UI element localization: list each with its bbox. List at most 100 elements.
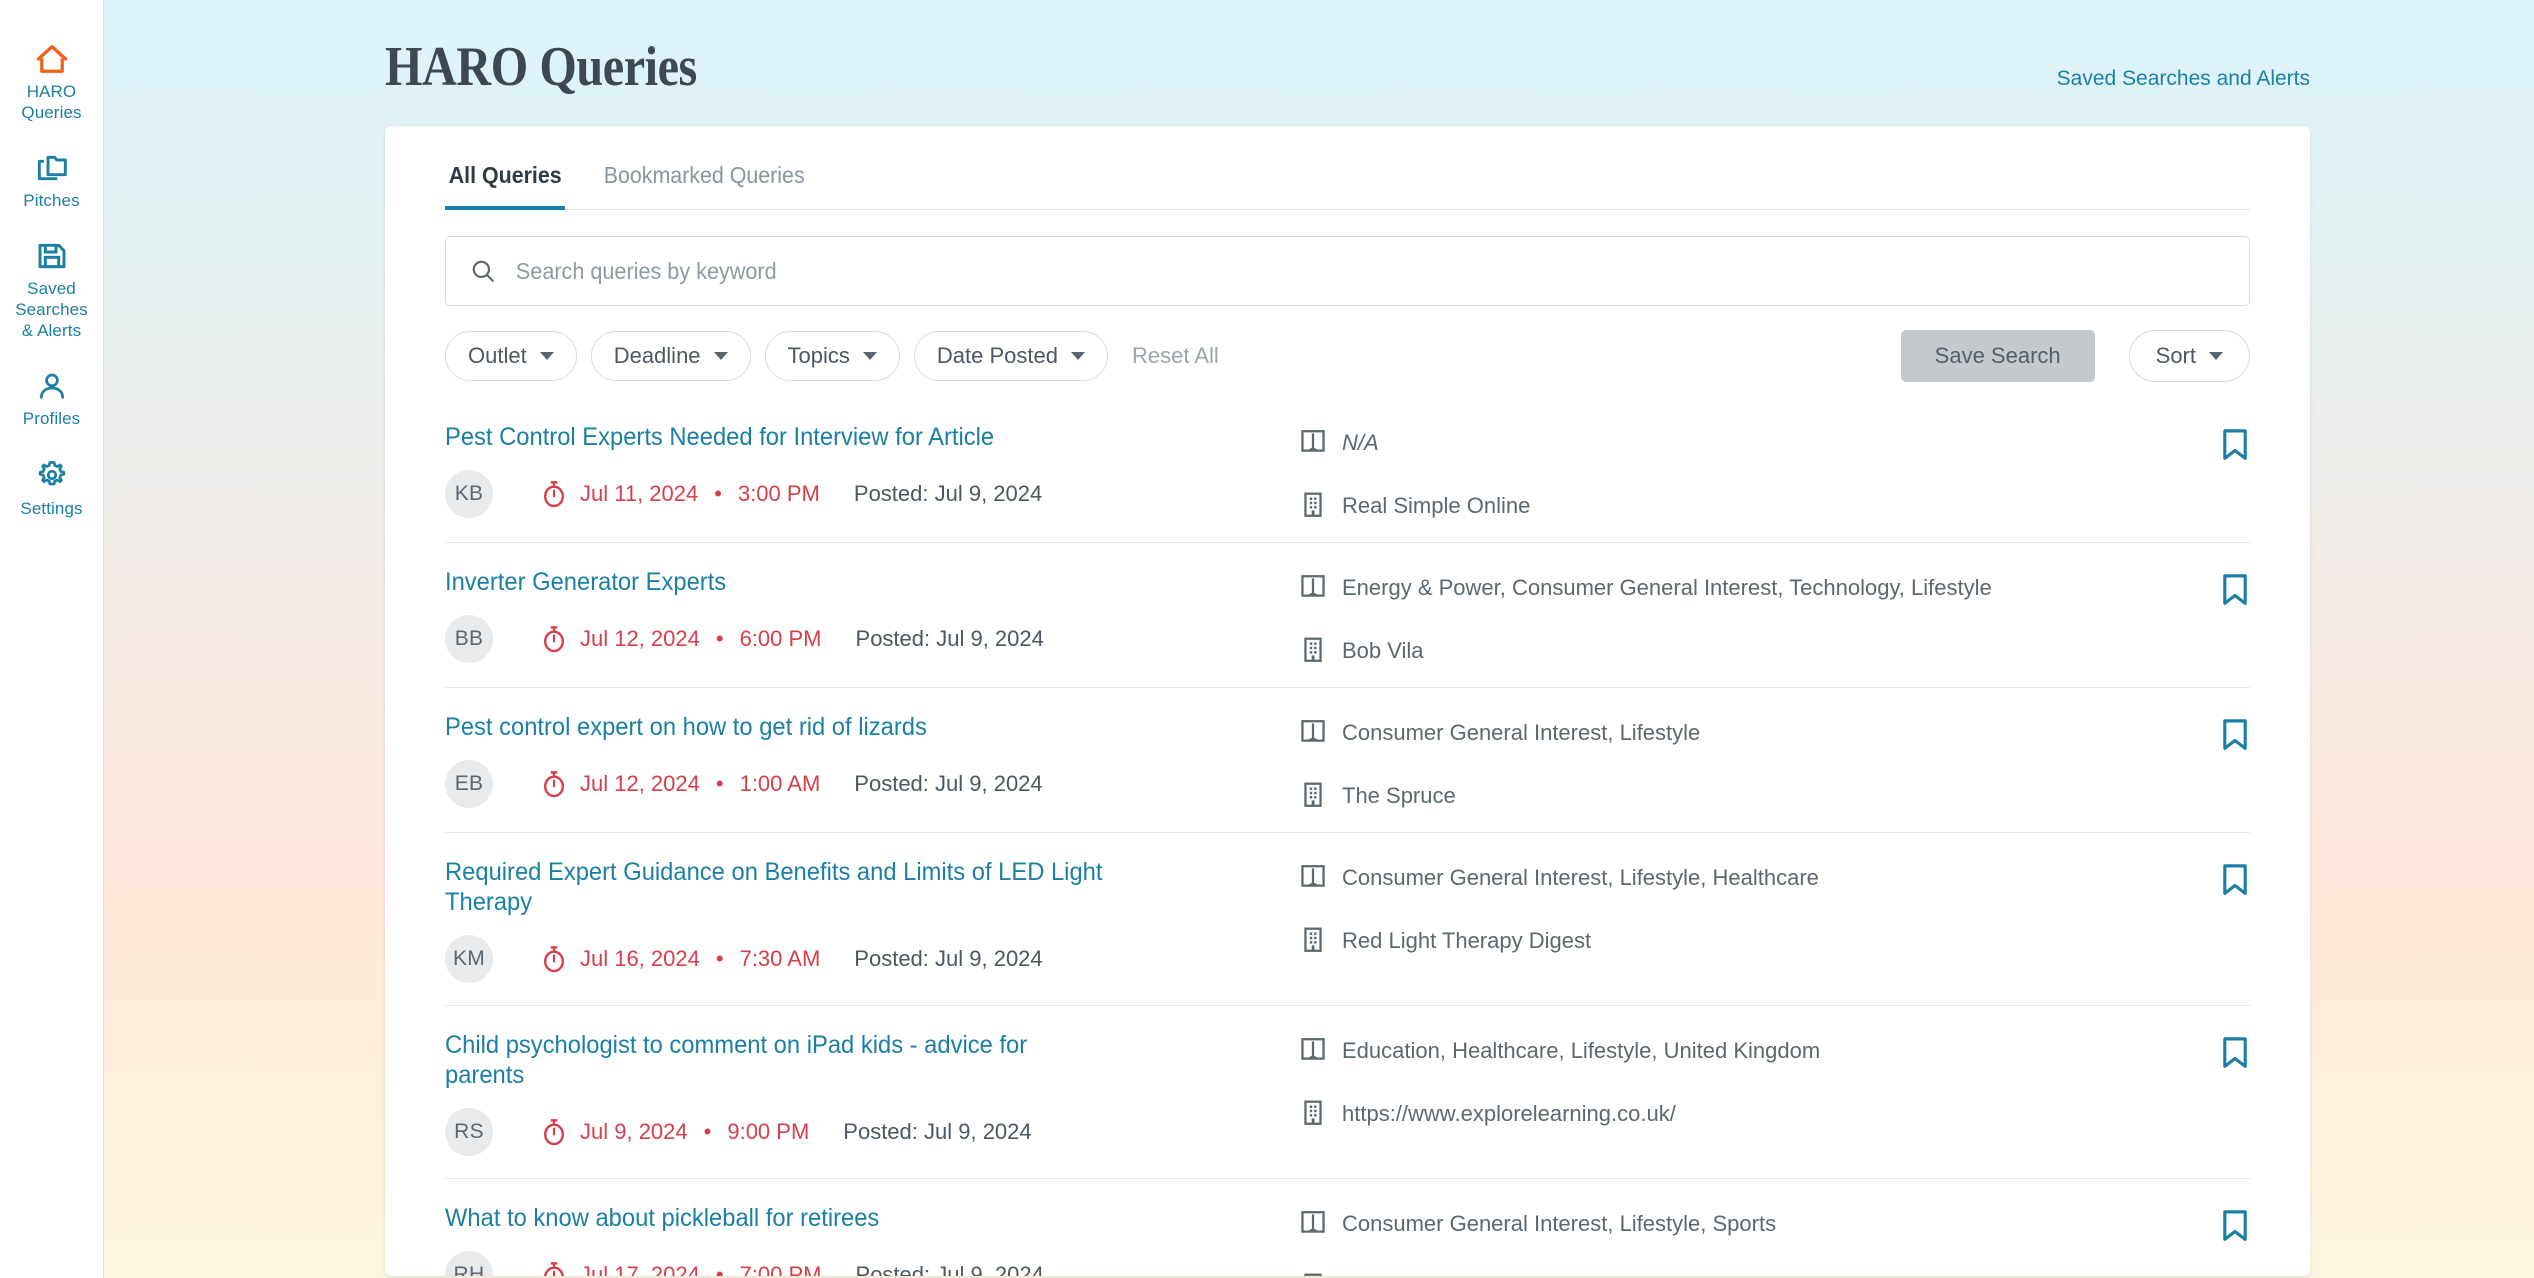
table-row[interactable]: Inverter Generator Experts BB Jul 12, 20… bbox=[445, 542, 2250, 687]
book-icon bbox=[1300, 428, 1326, 456]
bookmark-icon[interactable] bbox=[2220, 863, 2250, 897]
sort-label: Sort bbox=[2155, 343, 2196, 368]
home-icon bbox=[35, 44, 69, 74]
building-icon bbox=[1300, 491, 1326, 519]
filter-topics[interactable]: Topics bbox=[764, 331, 900, 381]
query-main: Pest Control Experts Needed for Intervie… bbox=[445, 422, 1300, 518]
sidebar-item-profiles[interactable]: Profiles bbox=[0, 371, 104, 429]
deadline-time: 7:00 PM bbox=[739, 1262, 822, 1276]
bookmark-icon[interactable] bbox=[2220, 1036, 2250, 1070]
tab-bookmarked-queries[interactable]: Bookmarked Queries bbox=[600, 154, 808, 210]
deadline-date: Jul 12, 2024 bbox=[580, 626, 700, 651]
query-outlet-line: Bob Vila bbox=[1300, 636, 2160, 665]
gear-icon bbox=[36, 459, 68, 491]
table-row[interactable]: Child psychologist to comment on iPad ki… bbox=[445, 1005, 2250, 1178]
query-posted-date: Posted: Jul 9, 2024 bbox=[855, 1262, 1044, 1276]
query-outlet-line: https://www.explorelearning.co.uk/ bbox=[1300, 1099, 2160, 1128]
page-header: HARO Queries Saved Searches and Alerts bbox=[385, 0, 2310, 126]
query-deadline: Jul 16, 2024 • 7:30 AM bbox=[541, 945, 820, 973]
building-icon bbox=[1300, 1272, 1326, 1276]
query-actions bbox=[2160, 1203, 2250, 1243]
query-topics-text: Consumer General Interest, Lifestyle bbox=[1342, 720, 1701, 745]
query-deadline: Jul 12, 2024 • 1:00 AM bbox=[541, 770, 820, 798]
table-row[interactable]: Pest control expert on how to get rid of… bbox=[445, 687, 2250, 832]
main-content: HARO Queries Saved Searches and Alerts A… bbox=[104, 0, 2534, 1278]
deadline-time: 9:00 PM bbox=[727, 1119, 810, 1144]
query-posted-date: Posted: Jul 9, 2024 bbox=[854, 946, 1043, 971]
table-row[interactable]: Required Expert Guidance on Benefits and… bbox=[445, 832, 2250, 1005]
queries-card: All Queries Bookmarked Queries Search qu… bbox=[385, 126, 2310, 1276]
query-outlet-text: Red Light Therapy Digest bbox=[1342, 928, 1592, 953]
query-main: Pest control expert on how to get rid of… bbox=[445, 712, 1300, 808]
query-title-link[interactable]: Inverter Generator Experts bbox=[445, 567, 1110, 597]
query-posted-date: Posted: Jul 9, 2024 bbox=[843, 1119, 1032, 1144]
search-section bbox=[445, 210, 2250, 306]
query-tags: N/A Real Simple Online bbox=[1300, 422, 2160, 520]
deadline-separator: • bbox=[714, 481, 722, 506]
bookmark-icon[interactable] bbox=[2220, 1209, 2250, 1243]
query-title-link[interactable]: Pest Control Experts Needed for Intervie… bbox=[445, 422, 1110, 452]
avatar: BB bbox=[445, 615, 493, 663]
avatar: RH bbox=[445, 1251, 493, 1276]
avatar: KB bbox=[445, 470, 493, 518]
query-title-link[interactable]: Child psychologist to comment on iPad ki… bbox=[445, 1030, 1110, 1090]
query-meta: EB Jul 12, 2024 • 1:00 AM Posted: Jul 9,… bbox=[445, 760, 1274, 808]
query-outlet-text: U.S. News & World Report bbox=[1342, 1272, 1602, 1276]
filter-date-posted-label: Date Posted bbox=[936, 343, 1058, 368]
bookmark-icon[interactable] bbox=[2220, 573, 2250, 607]
query-topics-line: Consumer General Interest, Lifestyle bbox=[1300, 718, 2160, 747]
query-actions bbox=[2160, 857, 2250, 897]
deadline-separator: • bbox=[715, 946, 724, 971]
chevron-down-icon bbox=[862, 352, 877, 360]
query-meta: BB Jul 12, 2024 • 6:00 PM Posted: Jul 9,… bbox=[445, 615, 1274, 663]
filter-deadline[interactable]: Deadline bbox=[590, 331, 751, 381]
deadline-date: Jul 16, 2024 bbox=[580, 946, 700, 971]
query-title-link[interactable]: What to know about pickleball for retire… bbox=[445, 1203, 1110, 1233]
sidebar-label-profiles: Profiles bbox=[22, 409, 81, 428]
deadline-time: 3:00 PM bbox=[737, 481, 820, 506]
sidebar-item-saved-searches[interactable]: Saved Searches & Alerts bbox=[0, 241, 104, 341]
search-input[interactable] bbox=[514, 256, 2123, 286]
query-title-link[interactable]: Pest control expert on how to get rid of… bbox=[445, 712, 1110, 742]
table-row[interactable]: Pest Control Experts Needed for Intervie… bbox=[445, 408, 2250, 542]
saved-searches-and-alerts-link[interactable]: Saved Searches and Alerts bbox=[2057, 67, 2310, 91]
bookmark-icon[interactable] bbox=[2220, 428, 2250, 462]
query-deadline: Jul 9, 2024 • 9:00 PM bbox=[541, 1118, 809, 1146]
save-disk-icon bbox=[36, 241, 68, 271]
sidebar-item-haro-queries[interactable]: HARO Queries bbox=[0, 44, 104, 123]
app-root: HARO Queries Pitches Saved Searches & Al… bbox=[0, 0, 2534, 1278]
deadline-time: 7:30 AM bbox=[739, 946, 821, 971]
search-icon bbox=[470, 258, 496, 284]
deadline-separator: • bbox=[703, 1119, 712, 1144]
query-deadline: Jul 17, 2024 • 7:00 PM bbox=[541, 1261, 822, 1276]
filter-date-posted[interactable]: Date Posted bbox=[913, 331, 1108, 381]
sidebar-item-settings[interactable]: Settings bbox=[0, 459, 104, 519]
save-search-button[interactable]: Save Search bbox=[1900, 330, 2095, 382]
query-title-link[interactable]: Required Expert Guidance on Benefits and… bbox=[445, 857, 1110, 917]
reset-all-button[interactable]: Reset All bbox=[1132, 343, 1219, 369]
query-topics-line: Education, Healthcare, Lifestyle, United… bbox=[1300, 1036, 2160, 1065]
search-box[interactable] bbox=[445, 236, 2250, 306]
filter-outlet-label: Outlet bbox=[468, 343, 527, 368]
deadline-time: 6:00 PM bbox=[739, 626, 822, 651]
stopwatch-icon bbox=[541, 770, 567, 798]
sidebar-item-pitches[interactable]: Pitches bbox=[0, 153, 104, 211]
avatar: EB bbox=[445, 760, 493, 808]
query-tags: Energy & Power, Consumer General Interes… bbox=[1300, 567, 2160, 665]
table-row[interactable]: What to know about pickleball for retire… bbox=[445, 1178, 2250, 1276]
tab-all-queries[interactable]: All Queries bbox=[445, 154, 566, 210]
deadline-date: Jul 11, 2024 bbox=[580, 481, 699, 506]
query-topics-text: Education, Healthcare, Lifestyle, United… bbox=[1342, 1038, 1821, 1063]
book-icon bbox=[1300, 718, 1326, 746]
query-actions bbox=[2160, 1030, 2250, 1070]
filter-outlet[interactable]: Outlet bbox=[445, 331, 577, 381]
query-actions bbox=[2160, 567, 2250, 607]
bookmark-icon[interactable] bbox=[2220, 718, 2250, 752]
query-posted-date: Posted: Jul 9, 2024 bbox=[854, 771, 1043, 796]
sidebar-label-pitches: Pitches bbox=[23, 191, 80, 210]
stopwatch-icon bbox=[541, 625, 567, 653]
stopwatch-icon bbox=[541, 1261, 567, 1276]
sort-dropdown[interactable]: Sort bbox=[2128, 330, 2250, 382]
query-topics-text: N/A bbox=[1342, 430, 1379, 455]
query-actions bbox=[2160, 422, 2250, 462]
